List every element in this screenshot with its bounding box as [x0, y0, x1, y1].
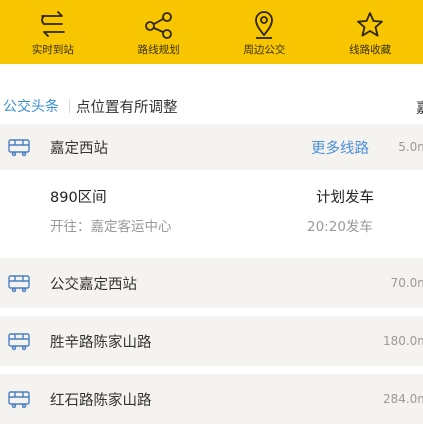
nav-label: 周边公交 — [243, 44, 286, 56]
nav-realtime-arrival[interactable]: 实时到站 — [0, 0, 106, 64]
station-distance: 284.0m — [382, 392, 423, 406]
favorite-star-icon — [357, 12, 384, 37]
bus-stop-icon — [8, 139, 30, 157]
station-distance: 180.0m — [382, 334, 423, 348]
route-planning-icon — [144, 12, 172, 39]
nav-label: 线路收藏 — [349, 44, 392, 56]
headline-overflow-text: 嘉 — [416, 97, 423, 118]
station-distance: 5.0m — [398, 140, 423, 154]
top-nav-bar: 实时到站 路线规划 周边公交 线路收藏 — [0, 0, 423, 64]
realtime-arrival-icon — [40, 11, 65, 37]
route-name: 890区间 — [50, 190, 107, 206]
more-routes-link[interactable]: 更多线路 — [311, 137, 369, 158]
bus-stop-icon — [8, 275, 30, 293]
route-departure-time: 20:20发车 — [307, 219, 373, 235]
nav-favorites[interactable]: 线路收藏 — [317, 0, 423, 64]
headline-tag: 公交头条 — [3, 99, 59, 115]
station-distance: 70.0m — [390, 276, 423, 290]
route-destination: 开往：嘉定客运中心 — [50, 219, 172, 235]
bus-stop-icon — [8, 333, 30, 351]
station-name: 胜辛路陈家山路 — [50, 334, 152, 351]
station-row[interactable]: 红石路陈家山路 284.0m — [0, 374, 423, 424]
bus-stop-icon — [8, 391, 30, 409]
station-row[interactable]: 胜辛路陈家山路 180.0m — [0, 316, 423, 366]
headline-divider — [69, 99, 70, 113]
route-status: 计划发车 — [316, 190, 374, 206]
station-name: 公交嘉定西站 — [50, 276, 137, 293]
nav-nearby-bus[interactable]: 周边公交 — [212, 0, 318, 64]
headline-text: 点位置有所调整 — [76, 99, 178, 116]
nearby-bus-icon — [255, 11, 274, 39]
nav-route-planning[interactable]: 路线规划 — [106, 0, 212, 64]
nav-label: 实时到站 — [31, 44, 74, 56]
station-row[interactable]: 公交嘉定西站 70.0m — [0, 258, 423, 308]
news-headline-strip[interactable]: 公交头条 点位置有所调整 嘉 — [0, 88, 423, 124]
station-row-primary[interactable]: 嘉定西站 更多线路 5.0m — [0, 124, 423, 170]
station-name: 红石路陈家山路 — [50, 392, 152, 409]
nav-label: 路线规划 — [137, 44, 180, 56]
route-card[interactable]: 890区间 开往：嘉定客运中心 计划发车 20:20发车 — [0, 172, 423, 248]
station-name: 嘉定西站 — [50, 140, 108, 157]
